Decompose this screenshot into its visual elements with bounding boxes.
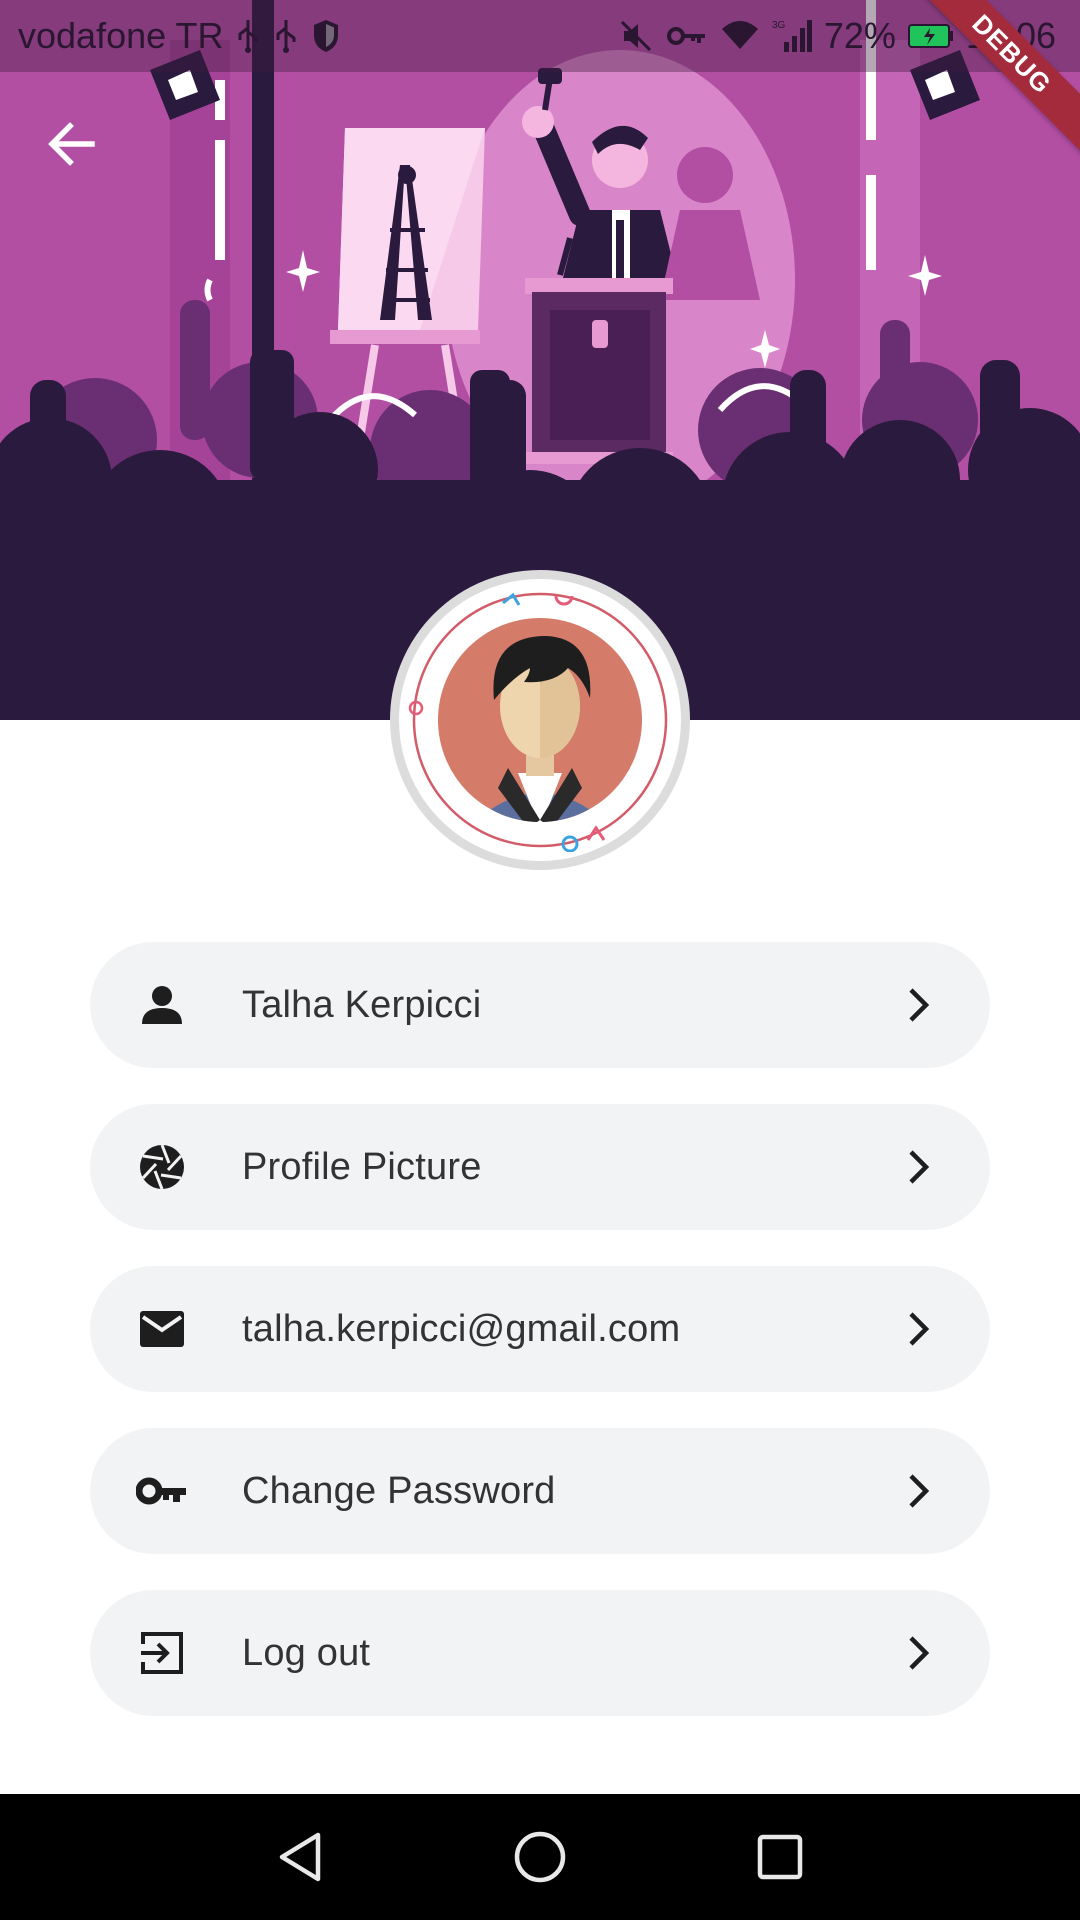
usb-icon xyxy=(235,18,261,54)
vpn-key-icon xyxy=(666,21,708,51)
camera-shutter-icon xyxy=(122,1127,202,1207)
status-bar: vodafone TR 3G 72% 19:06 xyxy=(0,0,1080,72)
chevron-right-icon xyxy=(888,1461,948,1521)
menu-item-label: Talha Kerpicci xyxy=(242,983,482,1026)
menu-item-label: Log out xyxy=(242,1631,371,1674)
mail-icon xyxy=(122,1289,202,1369)
battery-charging-icon xyxy=(907,23,954,49)
back-button[interactable] xyxy=(36,108,108,180)
status-left: vodafone TR xyxy=(18,15,341,57)
wifi-icon xyxy=(720,19,760,53)
avatar[interactable] xyxy=(390,570,690,870)
nav-recents-button[interactable] xyxy=(735,1812,825,1902)
menu-item-label: Change Password xyxy=(242,1469,556,1512)
carrier-name: vodafone TR xyxy=(18,15,224,56)
chevron-right-icon xyxy=(888,1299,948,1359)
profile-menu: Talha Kerpicci Profile Picture talha.ker… xyxy=(90,942,990,1752)
chevron-right-icon xyxy=(888,1137,948,1197)
network-type: 3G xyxy=(772,20,786,31)
menu-item-label: talha.kerpicci@gmail.com xyxy=(242,1307,681,1350)
menu-item-change-password[interactable]: Change Password xyxy=(90,1428,990,1554)
menu-item-name[interactable]: Talha Kerpicci xyxy=(90,942,990,1068)
battery-percent: 72% xyxy=(823,15,896,56)
navigation-bar xyxy=(0,1794,1080,1920)
signal-icon: 3G xyxy=(772,18,812,54)
recents-square-icon xyxy=(757,1834,803,1880)
menu-item-email[interactable]: talha.kerpicci@gmail.com xyxy=(90,1266,990,1392)
back-triangle-icon xyxy=(279,1832,321,1882)
usb-icon xyxy=(273,18,299,54)
shield-icon xyxy=(311,18,341,54)
menu-item-profile-picture[interactable]: Profile Picture xyxy=(90,1104,990,1230)
exit-icon xyxy=(122,1613,202,1693)
key-icon xyxy=(122,1451,202,1531)
nav-back-button[interactable] xyxy=(255,1812,345,1902)
mute-icon xyxy=(618,18,654,54)
home-circle-icon xyxy=(514,1831,566,1883)
menu-item-label: Profile Picture xyxy=(242,1145,482,1188)
chevron-right-icon xyxy=(888,1623,948,1683)
nav-home-button[interactable] xyxy=(495,1812,585,1902)
menu-item-log-out[interactable]: Log out xyxy=(90,1590,990,1716)
person-icon xyxy=(122,965,202,1045)
chevron-right-icon xyxy=(888,975,948,1035)
arrow-back-icon xyxy=(48,122,95,166)
avatar-image xyxy=(408,592,668,852)
